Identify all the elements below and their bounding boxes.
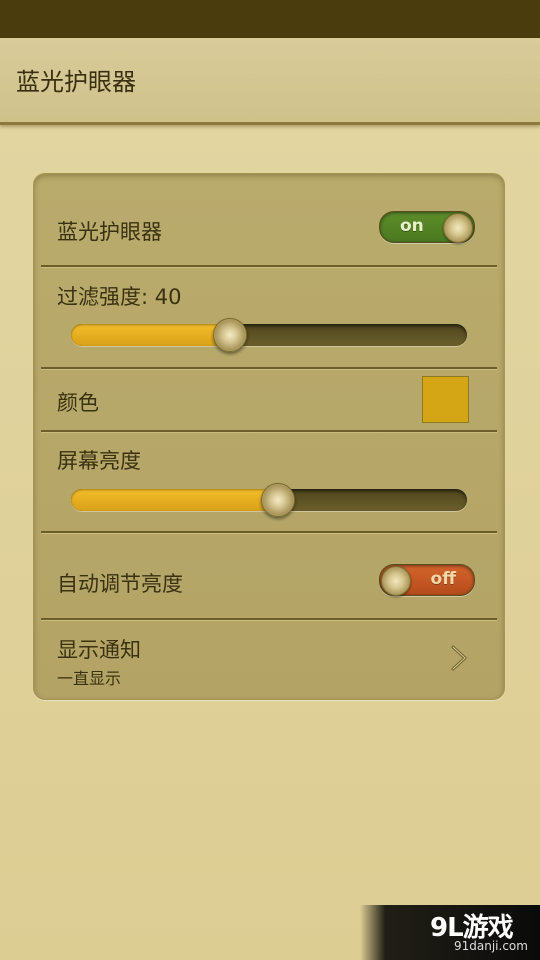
- filter-strength-thumb[interactable]: [213, 318, 247, 352]
- settings-card: 蓝光护眼器 on 过滤强度: 40 颜色 屏幕亮度 自动调节亮度 off 显示通…: [33, 173, 505, 700]
- divider: [41, 430, 497, 433]
- toggle-knob: [443, 213, 473, 243]
- color-swatch[interactable]: [422, 376, 469, 423]
- auto-brightness-label: 自动调节亮度: [57, 572, 183, 596]
- divider: [41, 531, 497, 534]
- eye-protection-toggle-text: on: [400, 216, 424, 236]
- divider: [41, 265, 497, 268]
- brightness-fill: [71, 489, 277, 511]
- toggle-knob: [381, 566, 411, 596]
- brightness-label: 屏幕亮度: [57, 449, 141, 473]
- chevron-right-icon[interactable]: [446, 644, 472, 672]
- action-bar: 蓝光护眼器: [0, 38, 540, 125]
- filter-strength-label: 过滤强度: 40: [57, 285, 182, 309]
- eye-protection-label: 蓝光护眼器: [57, 220, 162, 244]
- status-bar: [0, 0, 540, 38]
- divider: [41, 618, 497, 621]
- eye-protection-toggle[interactable]: on: [379, 211, 475, 243]
- notification-value: 一直显示: [57, 669, 122, 688]
- auto-brightness-toggle[interactable]: off: [379, 564, 475, 596]
- notification-label: 显示通知: [57, 638, 141, 662]
- color-label: 颜色: [57, 391, 99, 415]
- filter-strength-fill: [71, 324, 229, 346]
- brightness-slider[interactable]: [71, 483, 467, 517]
- brightness-thumb[interactable]: [261, 483, 295, 517]
- auto-brightness-toggle-text: off: [430, 569, 456, 589]
- divider: [41, 367, 497, 370]
- watermark-url: 91danji.com: [454, 939, 528, 953]
- filter-strength-slider[interactable]: [71, 318, 467, 352]
- page-title: 蓝光护眼器: [16, 68, 136, 96]
- watermark-logo: 9L游戏 91danji.com: [360, 905, 540, 960]
